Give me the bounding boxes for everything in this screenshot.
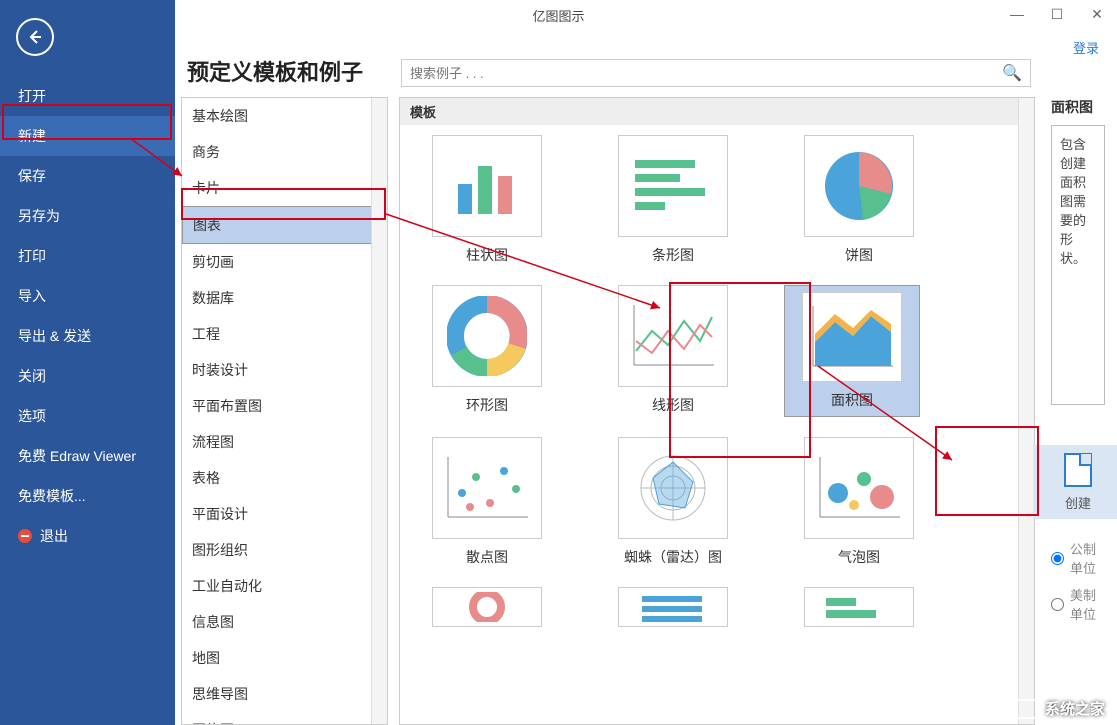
sidebar-item-viewer[interactable]: 免费 Edraw Viewer xyxy=(0,436,175,476)
sidebar-item-save[interactable]: 保存 xyxy=(0,156,175,196)
template-radar[interactable]: 蜘蛛（雷达）图 xyxy=(598,437,748,567)
cat-graphorg[interactable]: 图形组织 xyxy=(182,532,387,568)
column-chart-icon xyxy=(452,156,522,216)
template-bubble[interactable]: 气泡图 xyxy=(784,437,934,567)
chart-icon xyxy=(824,592,894,622)
scatter-chart-icon xyxy=(442,453,532,523)
cat-flowchart[interactable]: 流程图 xyxy=(182,424,387,460)
unit-metric[interactable]: 公制单位 xyxy=(1051,539,1105,577)
cat-clipart[interactable]: 剪切画 xyxy=(182,244,387,280)
sidebar-item-import[interactable]: 导入 xyxy=(0,276,175,316)
search-input[interactable] xyxy=(410,66,1002,81)
exit-icon xyxy=(18,529,32,543)
right-panel: 面积图 包含创建面积图需要的形状。 创建 公制单位 美制单位 xyxy=(1051,97,1105,725)
template-donut[interactable]: 环形图 xyxy=(412,285,562,417)
chart-icon xyxy=(452,592,522,622)
min-button[interactable]: — xyxy=(997,0,1037,28)
cat-chart[interactable]: 图表 xyxy=(182,206,387,244)
sidebar-item-open[interactable]: 打开 xyxy=(0,76,175,116)
scrollbar[interactable] xyxy=(371,98,387,724)
sidebar-item-exit[interactable]: 退出 xyxy=(0,516,175,556)
template-pie[interactable]: 饼图 xyxy=(784,135,934,265)
bubble-chart-icon xyxy=(814,453,904,523)
right-title: 面积图 xyxy=(1051,97,1105,117)
sidebar-item-close[interactable]: 关闭 xyxy=(0,356,175,396)
sidebar-item-saveas[interactable]: 另存为 xyxy=(0,196,175,236)
template-area[interactable]: 面积图 xyxy=(784,285,920,417)
scrollbar[interactable] xyxy=(1018,98,1034,724)
sidebar-item-new[interactable]: 新建 xyxy=(0,116,175,156)
line-chart-icon xyxy=(628,301,718,371)
search-icon[interactable]: 🔍 xyxy=(1002,63,1022,83)
sidebar-item-export[interactable]: 导出 & 发送 xyxy=(0,316,175,356)
watermark: 系统之家 xyxy=(1013,698,1105,719)
sidebar-item-templates[interactable]: 免费模板... xyxy=(0,476,175,516)
page-title: 预定义模板和例子 xyxy=(187,55,363,87)
cat-basic[interactable]: 基本绘图 xyxy=(182,98,387,134)
back-button[interactable] xyxy=(16,18,54,56)
cat-graphic[interactable]: 平面设计 xyxy=(182,496,387,532)
sidebar-item-options[interactable]: 选项 xyxy=(0,396,175,436)
pie-chart-icon xyxy=(819,146,899,226)
cat-engineering[interactable]: 工程 xyxy=(182,316,387,352)
cat-business[interactable]: 商务 xyxy=(182,134,387,170)
template-bar[interactable]: 条形图 xyxy=(598,135,748,265)
unit-imperial[interactable]: 美制单位 xyxy=(1051,585,1105,623)
template-panel: 模板 柱状图 条形图 饼图 环形图 线形图 xyxy=(399,97,1035,725)
template-column[interactable]: 柱状图 xyxy=(412,135,562,265)
search-box[interactable]: 🔍 xyxy=(401,59,1031,87)
arrow-left-icon xyxy=(26,28,44,46)
template-extra1[interactable] xyxy=(412,587,562,635)
radar-chart-icon xyxy=(633,448,713,528)
house-icon xyxy=(1013,699,1039,719)
category-list: 基本绘图 商务 卡片 图表 剪切画 数据库 工程 时装设计 平面布置图 流程图 … xyxy=(181,97,388,725)
cat-database[interactable]: 数据库 xyxy=(182,280,387,316)
cat-fashion[interactable]: 时装设计 xyxy=(182,352,387,388)
template-extra2[interactable] xyxy=(598,587,748,635)
sidebar-item-print[interactable]: 打印 xyxy=(0,236,175,276)
max-button[interactable]: ☐ xyxy=(1037,0,1077,28)
template-header: 模板 xyxy=(400,98,1034,125)
close-button[interactable]: ✕ xyxy=(1077,0,1117,28)
area-chart-icon xyxy=(807,302,897,372)
template-scatter[interactable]: 散点图 xyxy=(412,437,562,567)
bar-chart-icon xyxy=(633,156,713,216)
cat-table[interactable]: 表格 xyxy=(182,460,387,496)
app-title: 亿图图示 xyxy=(532,6,584,25)
donut-chart-icon xyxy=(447,296,527,376)
cat-mindmap[interactable]: 思维导图 xyxy=(182,676,387,712)
cat-industrial[interactable]: 工业自动化 xyxy=(182,568,387,604)
template-extra3[interactable] xyxy=(784,587,934,635)
description-box: 包含创建面积图需要的形状。 xyxy=(1051,125,1105,405)
cat-floorplan[interactable]: 平面布置图 xyxy=(182,388,387,424)
template-line[interactable]: 线形图 xyxy=(598,285,748,417)
cat-network[interactable]: 网络图 xyxy=(182,712,387,725)
chart-icon xyxy=(638,592,708,622)
sidebar: 打开 新建 保存 另存为 打印 导入 导出 & 发送 关闭 选项 免费 Edra… xyxy=(0,0,175,725)
create-button[interactable]: 创建 xyxy=(1033,445,1117,519)
cat-card[interactable]: 卡片 xyxy=(182,170,387,206)
cat-map[interactable]: 地图 xyxy=(182,640,387,676)
cat-infographic[interactable]: 信息图 xyxy=(182,604,387,640)
document-icon xyxy=(1064,453,1092,487)
